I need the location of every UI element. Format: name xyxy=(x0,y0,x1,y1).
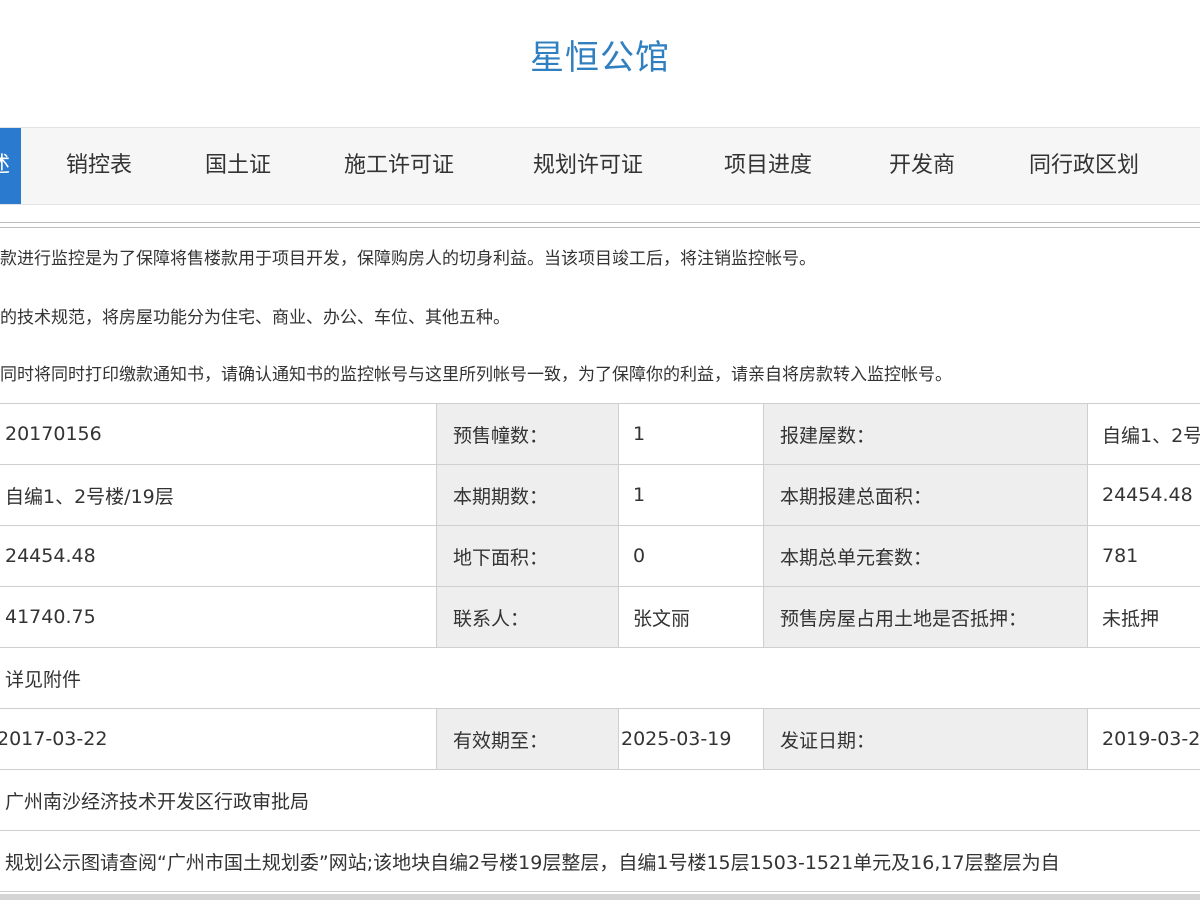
tab-developer[interactable]: 开发商 xyxy=(889,128,955,204)
table-label: 报建屋数： xyxy=(763,403,1088,465)
section-divider xyxy=(0,222,1200,228)
table-row: 20170156 预售幢数： 1 报建屋数： 自编1、2号 xyxy=(0,403,1200,465)
table-cell: 1 xyxy=(618,464,764,526)
table-label: 本期报建总面积： xyxy=(763,464,1088,526)
table-label: 有效期至： xyxy=(436,708,619,770)
table-cell: 自编1、2号楼/19层 xyxy=(0,464,437,526)
table-row: 24454.48 地下面积： 0 本期总单元套数： 781 xyxy=(0,525,1200,587)
table-cell: 20170156 xyxy=(0,403,437,465)
tab-project-progress[interactable]: 项目进度 xyxy=(724,128,812,204)
tab-planning-permit[interactable]: 规划许可证 xyxy=(533,128,643,204)
bottom-border xyxy=(0,894,1200,900)
table-cell: 781 xyxy=(1087,525,1200,587)
table-cell: 2025-03-19 xyxy=(618,708,764,770)
tab-construction-permit[interactable]: 施工许可证 xyxy=(344,128,454,204)
table-row: 41740.75 联系人： 张文丽 预售房屋占用土地是否抵押： 未抵押 xyxy=(0,586,1200,648)
notice-line: 同时将同时打印缴款通知书，请确认通知书的监控帐号与这里所列帐号一致，为了保障你的… xyxy=(0,365,952,385)
remark-cell: 规划公示图请查阅“广州市国土规划委”网站;该地块自编2号楼19层整层，自编1号楼… xyxy=(0,830,1200,892)
table-cell: 24454.48 xyxy=(1087,464,1200,526)
table-row: 详见附件 xyxy=(0,647,1200,709)
table-cell: 41740.75 xyxy=(0,586,437,648)
tab-land-certificate[interactable]: 国土证 xyxy=(205,128,271,204)
table-cell: 24454.48 xyxy=(0,525,437,587)
table-cell: 张文丽 xyxy=(618,586,764,648)
table-cell: 自编1、2号 xyxy=(1087,403,1200,465)
tab-active[interactable]: 述 xyxy=(0,128,21,204)
table-row: 2017-03-22 有效期至： 2025-03-19 发证日期： 2019-0… xyxy=(0,708,1200,770)
table-row: 自编1、2号楼/19层 本期期数： 1 本期报建总面积： 24454.48 xyxy=(0,464,1200,526)
table-label: 地下面积： xyxy=(436,525,619,587)
tab-bar: 述 销控表 国土证 施工许可证 规划许可证 项目进度 开发商 同行政区划 xyxy=(0,127,1200,205)
table-label: 联系人： xyxy=(436,586,619,648)
table-cell: 未抵押 xyxy=(1087,586,1200,648)
table-cell: 2019-03-2 xyxy=(1087,708,1200,770)
attachment-cell: 详见附件 xyxy=(0,647,1200,709)
page-title: 星恒公馆 xyxy=(530,38,670,78)
tab-sales-control[interactable]: 销控表 xyxy=(66,128,132,204)
table-cell: 2017-03-22 xyxy=(0,708,437,770)
table-label: 本期期数： xyxy=(436,464,619,526)
table-row: 广州南沙经济技术开发区行政审批局 xyxy=(0,769,1200,831)
table-label: 预售幢数： xyxy=(436,403,619,465)
table-label: 预售房屋占用土地是否抵押： xyxy=(763,586,1088,648)
table-cell: 1 xyxy=(618,403,764,465)
notice-line: 的技术规范，将房屋功能分为住宅、商业、办公、车位、其他五种。 xyxy=(0,308,510,328)
authority-cell: 广州南沙经济技术开发区行政审批局 xyxy=(0,769,1200,831)
table-label: 本期总单元套数： xyxy=(763,525,1088,587)
table-cell: 0 xyxy=(618,525,764,587)
notice-line: 款进行监控是为了保障将售楼款用于项目开发，保障购房人的切身利益。当该项目竣工后，… xyxy=(0,249,816,269)
table-row: 规划公示图请查阅“广州市国土规划委”网站;该地块自编2号楼19层整层，自编1号楼… xyxy=(0,830,1200,892)
table-label: 发证日期： xyxy=(763,708,1088,770)
presale-info-table: 20170156 预售幢数： 1 报建屋数： 自编1、2号 自编1、2号楼/19… xyxy=(0,403,1200,892)
tab-same-district[interactable]: 同行政区划 xyxy=(1029,128,1139,204)
